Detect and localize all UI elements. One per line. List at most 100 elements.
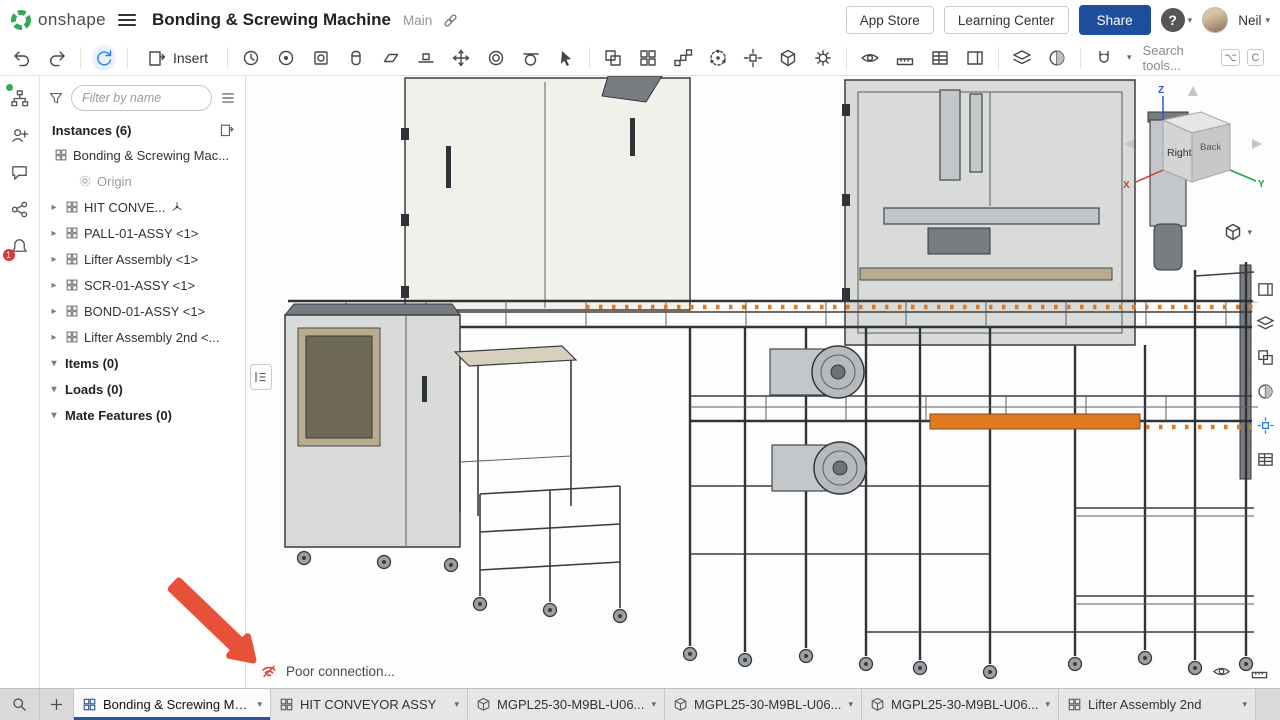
workspace-label[interactable]: Main bbox=[403, 13, 432, 28]
redo-button[interactable] bbox=[45, 45, 69, 71]
comments-button[interactable] bbox=[8, 160, 32, 184]
insert-button[interactable]: Insert bbox=[139, 45, 216, 71]
collapse-chevron-icon[interactable]: ▾ bbox=[48, 410, 60, 421]
tab-menu-chevron-icon[interactable]: ▾ bbox=[848, 699, 853, 710]
insert-instance-icon[interactable] bbox=[219, 122, 235, 138]
section-items[interactable]: ▾ Items (0) bbox=[40, 350, 245, 376]
notifications-button[interactable]: 1 bbox=[8, 234, 32, 258]
move-part-icon[interactable] bbox=[449, 45, 473, 71]
versions-button[interactable] bbox=[8, 86, 32, 110]
help-button[interactable]: ? bbox=[1161, 8, 1185, 32]
tab-part-mgpl-2[interactable]: MGPL25-30-M9BL-U06... ▾ bbox=[665, 689, 862, 720]
integrations-button[interactable] bbox=[8, 197, 32, 221]
replicate-icon[interactable] bbox=[636, 45, 660, 71]
main-menu-icon[interactable] bbox=[116, 9, 138, 31]
section-properties-icon[interactable] bbox=[963, 45, 987, 71]
collapse-chevron-icon[interactable]: ▾ bbox=[48, 358, 60, 369]
tab-hit-conveyor[interactable]: HIT CONVEYOR ASSY ▾ bbox=[271, 689, 468, 720]
tree-item[interactable]: ▸ Lifter Assembly 2nd <... bbox=[40, 324, 245, 350]
expand-chevron-icon[interactable]: ▸ bbox=[48, 332, 60, 343]
render-mode-button[interactable] bbox=[1210, 660, 1232, 682]
view-cube[interactable]: Right Back Z X Y bbox=[1118, 82, 1268, 212]
expand-chevron-icon[interactable]: ▸ bbox=[48, 228, 60, 239]
gear-relation-icon[interactable] bbox=[811, 45, 835, 71]
configurations-button[interactable] bbox=[1252, 310, 1278, 336]
snap-mode-chevron-icon[interactable]: ▾ bbox=[1127, 52, 1132, 63]
sync-button[interactable] bbox=[92, 45, 116, 71]
list-view-icon[interactable] bbox=[219, 89, 237, 107]
tab-menu-chevron-icon[interactable]: ▾ bbox=[651, 699, 656, 710]
view-mode-button[interactable]: ▾ bbox=[1223, 222, 1252, 242]
avatar[interactable] bbox=[1202, 7, 1228, 33]
display-states-button[interactable] bbox=[1252, 344, 1278, 370]
display-states-icon[interactable] bbox=[858, 45, 882, 71]
tree-item-origin[interactable]: Origin bbox=[40, 168, 245, 194]
expand-chevron-icon[interactable]: ▸ bbox=[48, 280, 60, 291]
linear-pattern-icon[interactable] bbox=[671, 45, 695, 71]
follow-button[interactable] bbox=[8, 123, 32, 147]
panel-toggle[interactable] bbox=[250, 364, 272, 390]
learning-center-button[interactable]: Learning Center bbox=[944, 6, 1069, 34]
expand-chevron-icon[interactable]: ▸ bbox=[48, 306, 60, 317]
ball-mate-icon[interactable] bbox=[484, 45, 508, 71]
tab-menu-chevron-icon[interactable]: ▾ bbox=[454, 699, 459, 710]
rotate-left-icon[interactable] bbox=[1124, 139, 1134, 149]
user-menu[interactable]: Neil ▾ bbox=[1238, 13, 1270, 28]
tab-menu-chevron-icon[interactable]: ▾ bbox=[1242, 699, 1247, 710]
tree-item[interactable]: ▸ PALL-01-ASSY <1> bbox=[40, 220, 245, 246]
expand-chevron-icon[interactable]: ▸ bbox=[48, 254, 60, 265]
share-button[interactable]: Share bbox=[1079, 5, 1151, 35]
tree-item[interactable]: ▸ HIT CONVE... bbox=[40, 194, 245, 220]
revolute-mate-icon[interactable] bbox=[344, 45, 368, 71]
search-tabs-button[interactable] bbox=[0, 689, 40, 720]
add-tab-button[interactable] bbox=[40, 689, 74, 720]
part-cube-icon[interactable] bbox=[776, 45, 800, 71]
bom-icon[interactable] bbox=[1010, 45, 1034, 71]
tab-part-mgpl-3[interactable]: MGPL25-30-M9BL-U06... ▾ bbox=[862, 689, 1059, 720]
search-tools[interactable]: Search tools... ⌥ C bbox=[1143, 43, 1270, 73]
fastened-mate-icon[interactable] bbox=[309, 45, 333, 71]
snap-mode-icon[interactable] bbox=[1092, 45, 1116, 71]
measure-icon[interactable] bbox=[1045, 45, 1069, 71]
mate-values-button[interactable] bbox=[1252, 446, 1278, 472]
mate-icon[interactable] bbox=[274, 45, 298, 71]
section-mate-features[interactable]: ▾ Mate Features (0) bbox=[40, 402, 245, 428]
scale-units-button[interactable] bbox=[1248, 660, 1270, 682]
help-chevron-icon[interactable]: ▾ bbox=[1188, 15, 1193, 26]
share-link-icon[interactable] bbox=[442, 12, 459, 29]
tree-item[interactable]: ▸ SCR-01-ASSY <1> bbox=[40, 272, 245, 298]
filter-input[interactable] bbox=[71, 85, 212, 111]
tree-item[interactable]: ▸ Lifter Assembly <1> bbox=[40, 246, 245, 272]
rack-pinion-icon[interactable] bbox=[893, 45, 917, 71]
right-panel-button[interactable] bbox=[1252, 276, 1278, 302]
onshape-logo[interactable]: onshape bbox=[10, 9, 106, 31]
tab-menu-chevron-icon[interactable]: ▾ bbox=[257, 699, 262, 710]
slider-mate-icon[interactable] bbox=[414, 45, 438, 71]
circular-pattern-icon[interactable] bbox=[706, 45, 730, 71]
tab-part-mgpl-1[interactable]: MGPL25-30-M9BL-U06... ▾ bbox=[468, 689, 665, 720]
rotate-up-icon[interactable] bbox=[1188, 86, 1198, 96]
rotate-right-icon[interactable] bbox=[1252, 139, 1262, 149]
undo-button[interactable] bbox=[10, 45, 34, 71]
section-loads[interactable]: ▾ Loads (0) bbox=[40, 376, 245, 402]
filter-icon[interactable] bbox=[48, 90, 64, 106]
graphics-viewport[interactable]: Right Back Z X Y ▾ bbox=[246, 76, 1280, 688]
tree-item[interactable]: ▸ BOND-01-ASSY <1> bbox=[40, 298, 245, 324]
planar-mate-icon[interactable] bbox=[379, 45, 403, 71]
drag-cursor-icon[interactable] bbox=[554, 45, 578, 71]
tab-lifter-assembly-2nd[interactable]: Lifter Assembly 2nd ▾ bbox=[1059, 689, 1256, 720]
screw-mate-icon[interactable] bbox=[928, 45, 952, 71]
tab-menu-chevron-icon[interactable]: ▾ bbox=[1045, 699, 1050, 710]
tangent-mate-icon[interactable] bbox=[519, 45, 543, 71]
expand-chevron-icon[interactable]: ▸ bbox=[48, 202, 60, 213]
tree-item-root[interactable]: Bonding & Screwing Mac... bbox=[40, 142, 245, 168]
app-store-button[interactable]: App Store bbox=[846, 6, 934, 34]
cube-back-face[interactable] bbox=[1192, 124, 1230, 182]
named-positions-icon[interactable] bbox=[239, 45, 263, 71]
tab-assembly-main[interactable]: Bonding & Screwing Ma... ▾ bbox=[74, 689, 271, 720]
explode-icon[interactable] bbox=[741, 45, 765, 71]
appearance-button[interactable] bbox=[1252, 412, 1278, 438]
group-icon[interactable] bbox=[601, 45, 625, 71]
collapse-chevron-icon[interactable]: ▾ bbox=[48, 384, 60, 395]
section-view-button[interactable] bbox=[1252, 378, 1278, 404]
